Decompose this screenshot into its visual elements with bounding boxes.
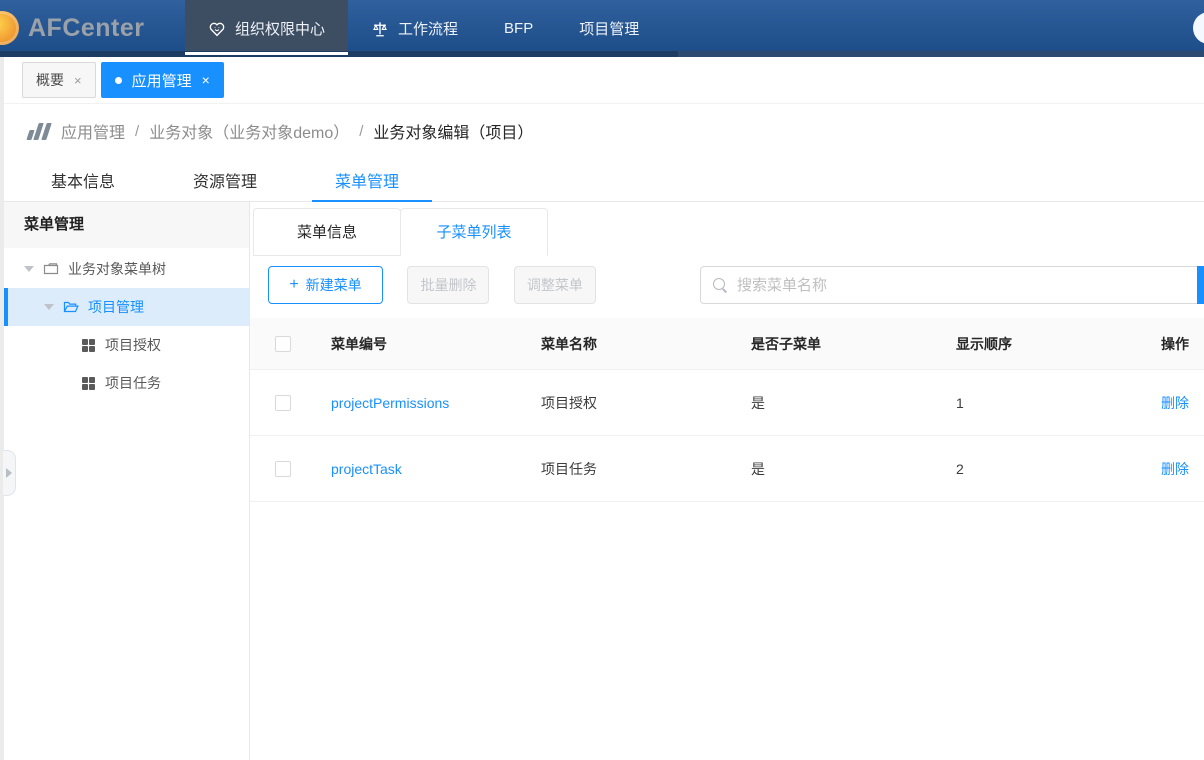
tab-basic-info[interactable]: 基本信息 — [48, 168, 118, 192]
batch-delete-button[interactable]: 批量删除 — [407, 266, 489, 304]
menu-code-link[interactable]: projectTask — [318, 461, 528, 477]
breadcrumb-item-current: 业务对象编辑（项目） — [373, 119, 533, 143]
delete-link[interactable]: 删除 — [1148, 459, 1204, 479]
top-navbar: AFCenter 组织权限中心 — [0, 0, 1204, 57]
nav-item-bfp[interactable]: BFP — [481, 0, 556, 57]
brand: AFCenter — [0, 0, 185, 57]
nav-scrollbar-track — [0, 51, 1204, 57]
nav-item-label: 组织权限中心 — [235, 18, 325, 39]
cut-off-search-button[interactable] — [1197, 266, 1204, 304]
caret-down-icon[interactable] — [24, 266, 34, 272]
sidebar-title: 菜单管理 — [4, 202, 249, 248]
workspace-tab-label: 应用管理 — [132, 70, 192, 91]
display-order-cell: 2 — [943, 461, 1148, 477]
main-area: 菜单管理 业务对象菜单树 — [4, 202, 1204, 760]
workspace-tab-overview[interactable]: 概要 × — [22, 62, 96, 98]
search-box — [700, 266, 1204, 304]
content-panel: 菜单信息 子菜单列表 + 新建菜单 批量删除 调整菜单 — [250, 202, 1204, 760]
caret-down-icon[interactable] — [44, 304, 54, 310]
menu-sidebar: 菜单管理 业务对象菜单树 — [4, 202, 250, 760]
scales-icon — [371, 20, 389, 38]
row-checkbox[interactable] — [275, 461, 291, 477]
tree-item-label: 项目任务 — [105, 373, 161, 393]
search-input[interactable] — [737, 268, 1203, 302]
workspace-tab-app-management[interactable]: 应用管理 × — [101, 62, 224, 98]
header-checkbox-cell — [250, 336, 318, 352]
sub-tabs: 菜单信息 子菜单列表 — [253, 208, 1204, 256]
tree-item-project-task[interactable]: 项目任务 — [4, 364, 249, 402]
subtab-menu-info[interactable]: 菜单信息 — [253, 208, 401, 256]
tree-item-project-management[interactable]: 项目管理 — [4, 288, 249, 326]
chevron-right-icon — [6, 468, 12, 478]
breadcrumb-separator: / — [359, 123, 363, 140]
breadcrumb: 应用管理 / 业务对象（业务对象demo） / 业务对象编辑（项目） — [0, 104, 1204, 158]
batch-delete-label: 批量删除 — [420, 275, 476, 295]
brand-name: AFCenter — [28, 14, 145, 43]
search-icon — [713, 278, 728, 293]
is-submenu-cell: 是 — [738, 393, 943, 413]
table-row: projectTask 项目任务 是 2 删除 — [250, 436, 1204, 502]
nav-item-label: 项目管理 — [579, 18, 639, 39]
adjust-menu-label: 调整菜单 — [527, 275, 583, 295]
workspace-tabstrip: 概要 × 应用管理 × — [0, 57, 1204, 104]
breadcrumb-separator: / — [135, 123, 139, 140]
tab-menu-management[interactable]: 菜单管理 — [332, 168, 402, 192]
plus-icon: + — [289, 277, 298, 293]
nav-item-org-permission-center[interactable]: 组织权限中心 — [185, 0, 348, 57]
menu-name-cell: 项目授权 — [528, 393, 738, 413]
delete-link[interactable]: 删除 — [1148, 393, 1204, 413]
heart-smile-icon — [208, 20, 226, 38]
row-checkbox-cell — [250, 395, 318, 411]
close-icon[interactable]: × — [74, 74, 82, 87]
table-header-row: 菜单编号 菜单名称 是否子菜单 显示顺序 操作 — [250, 318, 1204, 370]
column-header-code: 菜单编号 — [318, 334, 528, 354]
column-header-order: 显示顺序 — [943, 334, 1148, 354]
tree-item-label: 项目授权 — [105, 335, 161, 355]
nav-item-workflow[interactable]: 工作流程 — [348, 0, 481, 57]
grid-icon — [82, 377, 95, 390]
nav-item-label: 工作流程 — [398, 18, 458, 39]
folder-icon — [43, 261, 59, 277]
breadcrumb-item-app-management[interactable]: 应用管理 — [61, 119, 125, 143]
display-order-cell: 1 — [943, 395, 1148, 411]
menu-code-link[interactable]: projectPermissions — [318, 395, 528, 411]
nav-item-label: BFP — [504, 20, 533, 37]
adjust-menu-button[interactable]: 调整菜单 — [514, 266, 596, 304]
column-header-is-sub: 是否子菜单 — [738, 334, 943, 354]
table-row: projectPermissions 项目授权 是 1 删除 — [250, 370, 1204, 436]
subtab-submenu-list[interactable]: 子菜单列表 — [400, 208, 548, 256]
brand-logo-icon — [0, 11, 19, 45]
breadcrumb-menu-icon — [28, 123, 49, 140]
nav-item-project-management[interactable]: 项目管理 — [556, 0, 662, 57]
toolbar: + 新建菜单 批量删除 调整菜单 — [250, 266, 1204, 304]
user-avatar[interactable] — [1193, 12, 1204, 44]
breadcrumb-item-business-object[interactable]: 业务对象（业务对象demo） — [149, 119, 349, 143]
tree-item-project-permissions[interactable]: 项目授权 — [4, 326, 249, 364]
page-tabs: 基本信息 资源管理 菜单管理 — [0, 158, 1204, 202]
main-nav: 组织权限中心 工作流程 BFP 项目管理 — [185, 0, 662, 57]
tab-resource-management[interactable]: 资源管理 — [190, 168, 260, 192]
menu-name-cell: 项目任务 — [528, 459, 738, 479]
folder-open-icon — [63, 299, 79, 315]
column-header-action: 操作 — [1148, 334, 1204, 354]
tree-item-menu-root[interactable]: 业务对象菜单树 — [4, 250, 249, 288]
row-checkbox-cell — [250, 461, 318, 477]
tree-item-label: 项目管理 — [88, 297, 144, 317]
workspace-tab-label: 概要 — [36, 70, 64, 90]
select-all-checkbox[interactable] — [275, 336, 291, 352]
left-rail — [0, 57, 4, 760]
new-menu-button[interactable]: + 新建菜单 — [268, 266, 383, 304]
panel-collapse-handle[interactable] — [3, 450, 16, 496]
menu-tree: 业务对象菜单树 项目管理 项目授权 — [4, 248, 249, 402]
column-header-name: 菜单名称 — [528, 334, 738, 354]
row-checkbox[interactable] — [275, 395, 291, 411]
app-window: AFCenter 组织权限中心 — [0, 0, 1204, 760]
submenu-table: 菜单编号 菜单名称 是否子菜单 显示顺序 操作 projectPermissio… — [250, 318, 1204, 502]
new-menu-button-label: 新建菜单 — [306, 275, 362, 295]
grid-icon — [82, 339, 95, 352]
close-icon[interactable]: × — [202, 73, 210, 87]
tree-item-label: 业务对象菜单树 — [68, 259, 166, 279]
active-dot-icon — [115, 77, 122, 84]
is-submenu-cell: 是 — [738, 459, 943, 479]
